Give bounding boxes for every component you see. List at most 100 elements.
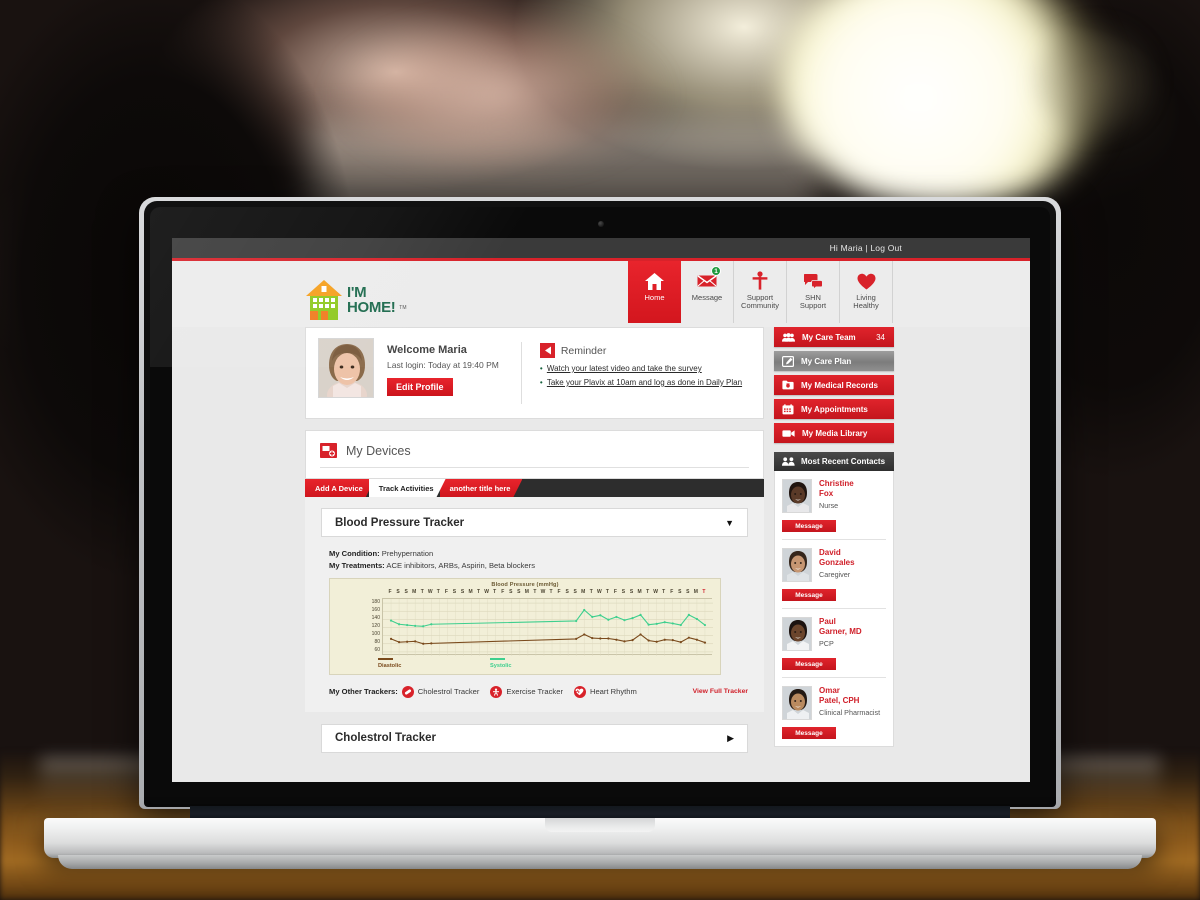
chart-svg <box>383 598 713 656</box>
treatments-label: My Treatments: <box>329 560 385 570</box>
accordion-title: Blood Pressure Tracker <box>335 516 465 529</box>
site-logo[interactable]: I'M HOME! TM <box>305 279 407 321</box>
chart-x-tick: T <box>605 588 609 595</box>
message-button[interactable]: Message <box>782 727 836 739</box>
nav-item-message[interactable]: 1 Message <box>681 261 734 323</box>
nav-item-living-healthy[interactable]: Living Healthy <box>840 261 893 323</box>
tab-add-a-device[interactable]: Add A Device <box>305 479 375 497</box>
contact-last-name: Garner, MD <box>819 627 862 636</box>
header-rule <box>320 467 749 468</box>
chart-x-tick: S <box>509 588 513 595</box>
edit-profile-button[interactable]: Edit Profile <box>387 378 453 396</box>
reminder-link-2[interactable]: Take your Plavix at 10am and log as done… <box>547 378 742 387</box>
nav-label-home: Home <box>644 293 665 302</box>
nav-label-support-community: Support Community <box>741 293 779 311</box>
house-logo-icon <box>305 279 343 321</box>
avatar <box>782 548 812 582</box>
chevron-right-icon[interactable]: ▶ <box>727 733 734 744</box>
view-full-tracker-link[interactable]: View Full Tracker <box>693 688 748 695</box>
contact-first-name: Christine <box>819 479 854 488</box>
chart-x-tick: W <box>596 588 602 595</box>
chart-y-tick: 100 <box>371 631 380 638</box>
chart-x-tick: M <box>468 588 473 595</box>
contact-name: Christine Fox <box>819 479 854 499</box>
contact-top: Paul Garner, MD PCP <box>782 617 886 651</box>
chart-x-tick: T <box>533 588 537 595</box>
person-icon <box>752 270 768 292</box>
chart-x-tick: F <box>501 588 505 595</box>
other-trackers-label: My Other Trackers: <box>329 687 398 697</box>
accordion-title: Cholestrol Tracker <box>335 732 436 745</box>
nav-label-message: Message <box>691 293 723 302</box>
message-button[interactable]: Message <box>782 589 836 601</box>
chart-x-tick: F <box>557 588 561 595</box>
reminder-section: Reminder Watch your latest video and tak… <box>539 338 751 408</box>
tracker-label: Exercise Tracker <box>506 687 563 697</box>
nav-label-line2: Healthy <box>853 301 879 311</box>
message-button[interactable]: Message <box>782 658 836 670</box>
contacts-header-label: Most Recent Contacts <box>801 457 886 466</box>
main-column: Welcome Maria Last login: Today at 19:40… <box>305 327 764 753</box>
contact-top: David Gonzales Caregiver <box>782 548 886 582</box>
chart-title: Blood Pressure (mmHg) <box>491 581 559 588</box>
laptop-mockup: Hi Maria | Log Out I'M HOME! TM Home 1 M… <box>0 0 1200 900</box>
sidebar-item-label: My Media Library <box>802 428 868 438</box>
tracker-heart-rhythm[interactable]: Heart Rhythm <box>573 685 637 698</box>
list-item: David Gonzales Caregiver Message <box>782 540 886 609</box>
sidebar-item-my-media-library[interactable]: My Media Library <box>774 423 894 443</box>
house-icon <box>645 270 664 292</box>
chart-x-tick: S <box>396 588 400 595</box>
nav-item-shn-support[interactable]: SHN Support <box>787 261 840 323</box>
message-button[interactable]: Message <box>782 520 836 532</box>
blood-pressure-tracker-accordion[interactable]: Blood Pressure Tracker ▼ <box>321 508 748 537</box>
blood-pressure-chart: Blood Pressure (mmHg) FSSMTWTFSSMTWTFSSM… <box>329 577 721 675</box>
chart-x-tick: S <box>460 588 465 595</box>
list-item: Take your Plavix at 10am and log as done… <box>540 378 751 389</box>
contact-info: David Gonzales Caregiver <box>819 548 855 582</box>
chart-x-tick: W <box>484 588 489 595</box>
chart-x-tick: F <box>613 588 617 595</box>
legend-label: Systolic <box>490 662 512 669</box>
chart-x-tick: T <box>493 588 497 595</box>
sidebar-item-my-medical-records[interactable]: My Medical Records <box>774 375 894 395</box>
contact-first-name: Paul <box>819 617 836 626</box>
page-content: Welcome Maria Last login: Today at 19:40… <box>172 327 1030 753</box>
device-folder-icon <box>320 443 337 458</box>
chart-x-tick: T <box>549 588 553 595</box>
nav-item-support-community[interactable]: Support Community <box>734 261 787 323</box>
list-item: Christine Fox Nurse Message <box>782 471 886 540</box>
nav-item-home[interactable]: Home <box>628 261 681 323</box>
tracker-cholestrol[interactable]: Cholestrol Tracker <box>401 685 479 698</box>
cholestrol-tracker-accordion[interactable]: Cholestrol Tracker ▶ <box>321 723 748 753</box>
chart-x-tick: W <box>427 588 433 595</box>
contact-info: Christine Fox Nurse <box>819 479 854 513</box>
sidebar-item-label: My Care Team <box>802 332 856 342</box>
chevron-down-icon[interactable]: ▼ <box>725 518 734 528</box>
care-team-count: 34 <box>876 332 885 342</box>
chart-plot-area <box>382 597 713 656</box>
chart-x-tick: S <box>565 588 569 595</box>
contact-info: Paul Garner, MD PCP <box>819 617 862 651</box>
condition-value: Prehypernation <box>381 549 434 558</box>
sidebar-item-my-care-team[interactable]: My Care Team 34 <box>774 327 894 347</box>
sidebar-item-my-care-plan[interactable]: My Care Plan <box>774 351 894 371</box>
greeting-logout-link[interactable]: Hi Maria | Log Out <box>830 243 902 253</box>
chart-x-tick: M <box>637 588 642 595</box>
chart-x-tick: T <box>477 588 481 595</box>
chart-x-tick: S <box>629 588 634 595</box>
logo-trademark: TM <box>399 305 407 311</box>
reminder-link-1[interactable]: Watch your latest video and take the sur… <box>547 364 702 373</box>
tracker-exercise[interactable]: Exercise Tracker <box>490 685 563 698</box>
contact-top: Christine Fox Nurse <box>782 479 886 513</box>
avatar <box>782 617 812 651</box>
chart-x-tick-labels: FSSMTWTFSSMTWTFSSMTWTFSSMTWTFSSMTWTFSSMT <box>382 589 712 597</box>
treatments-value: ACE inhibitors, ARBs, Aspirin, Beta bloc… <box>386 560 535 570</box>
logo-line1: I'M <box>347 284 367 301</box>
sidebar-item-label: My Medical Records <box>801 380 878 390</box>
sidebar-item-my-appointments[interactable]: My Appointments <box>774 399 894 419</box>
reminder-title: Reminder <box>560 344 607 357</box>
tab-another-title-here[interactable]: another title here <box>440 479 523 497</box>
tab-track-activities[interactable]: Track Activities <box>369 479 446 497</box>
folder-icon <box>782 380 794 390</box>
welcome-card: Welcome Maria Last login: Today at 19:40… <box>305 327 764 419</box>
